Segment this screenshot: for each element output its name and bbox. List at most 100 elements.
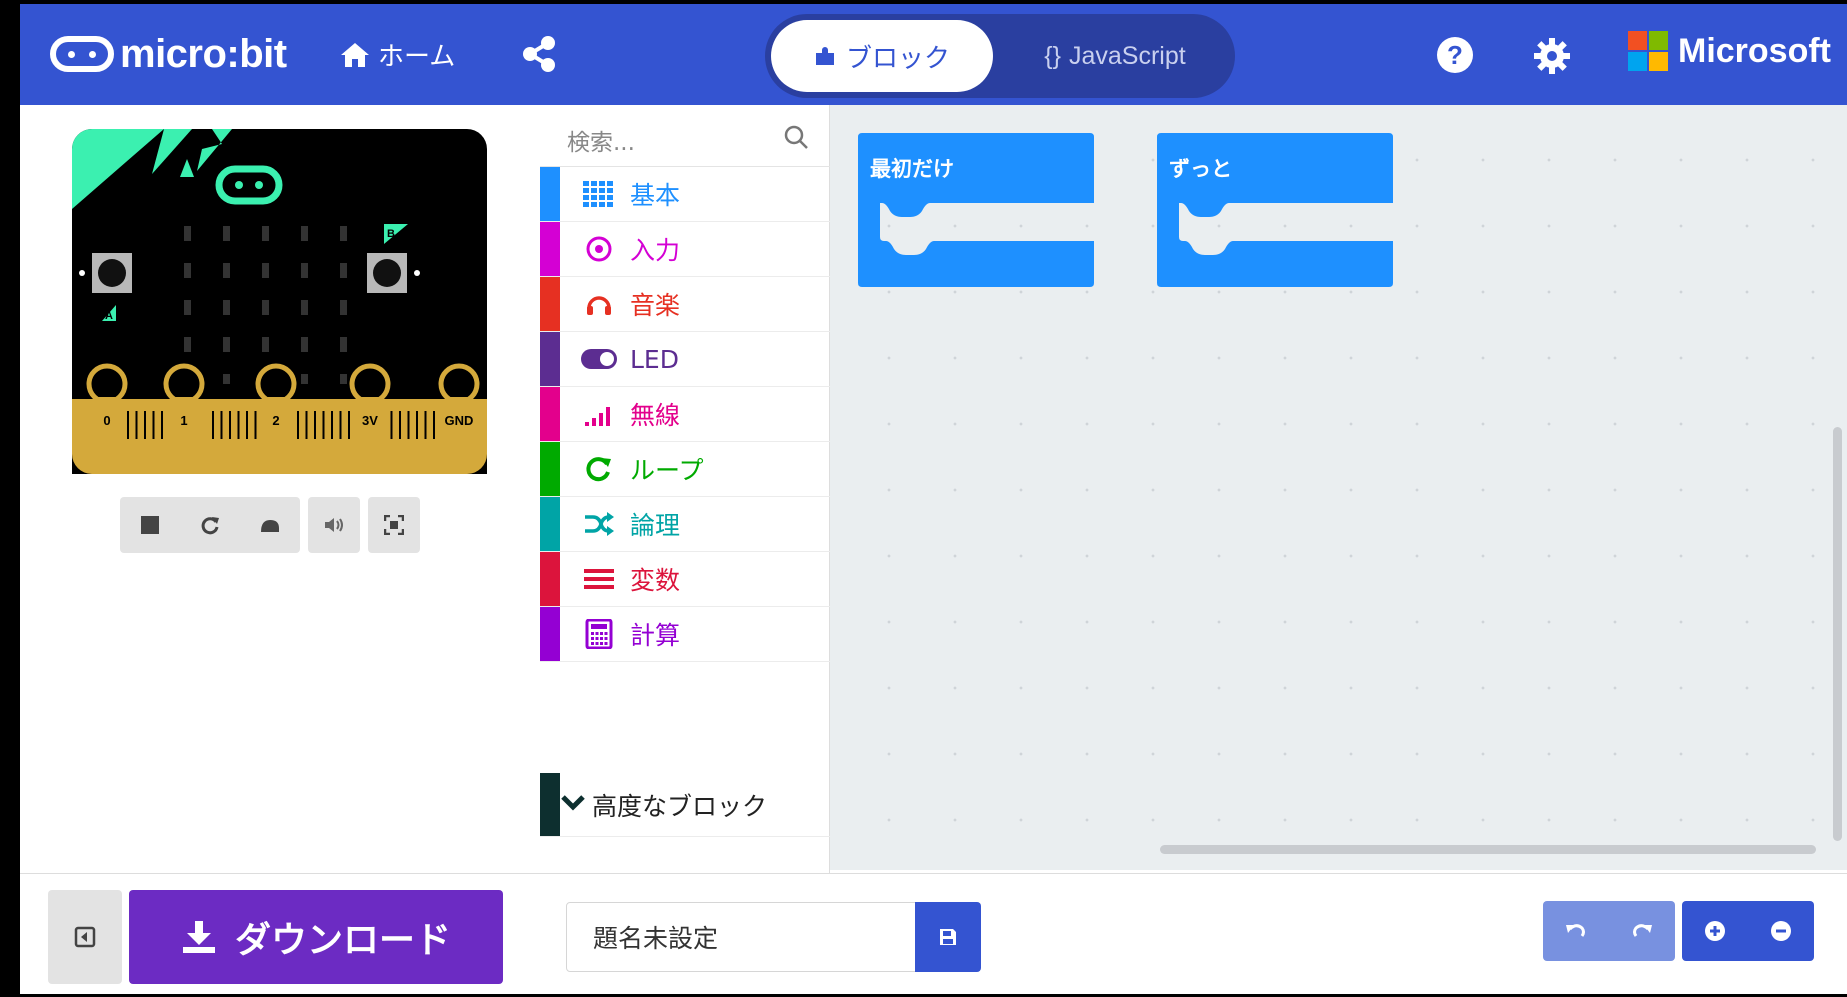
mute-button[interactable] [308, 497, 360, 553]
zoom-group [1682, 901, 1814, 961]
tab-javascript[interactable]: {} JavaScript [1005, 20, 1225, 92]
event-block[interactable]: 最初だけ [858, 133, 1094, 287]
pin-2[interactable]: 2 [255, 363, 297, 437]
category-target[interactable]: 入力 [540, 222, 830, 277]
fullscreen-icon [384, 515, 404, 535]
connector-line [212, 411, 214, 439]
category-bar [540, 277, 560, 331]
category-shuffle[interactable]: 論理 [540, 497, 830, 552]
settings-button[interactable] [1532, 36, 1572, 76]
microbit-logo[interactable]: micro:bit [50, 32, 287, 76]
led [301, 300, 308, 315]
microsoft-label: Microsoft [1678, 31, 1831, 70]
zoom-out-icon [1771, 921, 1791, 941]
redo-button[interactable] [1609, 901, 1675, 961]
category-label: 入力 [630, 236, 681, 265]
microbit-board[interactable]: A B 0 1 2 3V GND [72, 129, 487, 474]
connector-line [152, 411, 155, 439]
led [301, 226, 308, 241]
pin-1[interactable]: 1 [163, 363, 205, 437]
category-loop[interactable]: ループ [540, 442, 830, 497]
led [340, 337, 347, 352]
pin-label: 3V [362, 413, 378, 428]
category-label: 変数 [630, 566, 681, 595]
connector-line [297, 411, 299, 439]
connector-line [229, 411, 231, 439]
editor-toggle: ブロック {} JavaScript [765, 14, 1235, 98]
mute-icon [325, 518, 343, 532]
slow-motion-button[interactable] [240, 497, 300, 553]
connector-line [322, 411, 325, 439]
pin-label: 2 [272, 413, 279, 428]
target-icon [574, 235, 624, 263]
led [223, 300, 230, 315]
category-headphones[interactable]: 音楽 [540, 277, 830, 332]
led [184, 263, 191, 278]
pin-label: 0 [103, 413, 110, 428]
category-bar [540, 222, 560, 276]
connector-line [135, 411, 138, 439]
puzzle-icon [815, 47, 834, 65]
horizontal-scrollbar[interactable] [1160, 845, 1816, 854]
microsoft-logo[interactable]: Microsoft [1628, 31, 1831, 71]
collapse-icon [74, 926, 96, 948]
pin-0[interactable]: 0 [86, 363, 128, 437]
simulator-panel: A B 0 1 2 3V GND [20, 105, 540, 875]
microbit-logo-icon [50, 36, 114, 72]
toolbox-search[interactable]: 検索... [540, 105, 830, 167]
zoom-out-button[interactable] [1748, 901, 1814, 961]
bottom-bar: ダウンロード [20, 873, 1847, 994]
app-window: micro:bit ホーム ブロック {} JavaScript ? Micro… [20, 4, 1847, 994]
stop-button[interactable] [120, 497, 180, 553]
download-button[interactable]: ダウンロード [129, 890, 503, 984]
undo-button[interactable] [1543, 901, 1609, 961]
category-bar [540, 167, 560, 221]
category-bar [540, 552, 560, 606]
window-frame: micro:bit ホーム ブロック {} JavaScript ? Micro… [0, 0, 1847, 997]
download-label: ダウンロード [234, 920, 451, 961]
pin-label: 1 [180, 413, 187, 428]
led [184, 300, 191, 315]
project-name-input[interactable] [566, 902, 916, 972]
category-lines[interactable]: 変数 [540, 552, 830, 607]
connector-line [246, 411, 248, 439]
shuffle-icon [574, 511, 624, 537]
collapse-simulator-button[interactable] [48, 890, 122, 984]
toggle-icon [574, 348, 624, 370]
slow-motion-icon [261, 520, 279, 532]
led [223, 263, 230, 278]
pin-gnd[interactable]: GND [438, 363, 480, 437]
chevron-down-icon [560, 794, 586, 816]
help-button[interactable]: ? [1437, 37, 1473, 73]
save-icon [940, 929, 956, 945]
category-grid[interactable]: 基本 [540, 167, 830, 222]
connector-line [314, 411, 316, 439]
block-workspace[interactable]: 最初だけ ずっと [830, 105, 1847, 870]
category-toggle[interactable]: LED [540, 332, 830, 387]
category-signal[interactable]: 無線 [540, 387, 830, 442]
help-icon: ? [1447, 39, 1463, 70]
block-label: ずっと [1169, 157, 1232, 181]
home-icon [341, 42, 369, 67]
advanced-blocks-label: 高度なブロック [592, 791, 768, 821]
redo-icon [1633, 924, 1652, 937]
sim-controls [120, 497, 300, 553]
restart-button[interactable] [180, 497, 240, 553]
share-button[interactable] [520, 34, 560, 74]
advanced-blocks-toggle[interactable]: 高度なブロック [540, 773, 830, 837]
tab-blocks[interactable]: ブロック [771, 20, 993, 92]
category-calculator[interactable]: 計算 [540, 607, 830, 662]
home-button[interactable]: ホーム [340, 36, 455, 73]
category-label: LED [630, 344, 679, 374]
zoom-in-button[interactable] [1682, 901, 1748, 961]
save-button[interactable] [915, 902, 981, 972]
category-label: ループ [630, 456, 704, 485]
category-bar [540, 497, 560, 551]
simulator-toolbar [120, 497, 420, 553]
fullscreen-button[interactable] [368, 497, 420, 553]
event-block[interactable]: ずっと [1157, 133, 1393, 287]
pin-3v[interactable]: 3V [349, 363, 391, 437]
vertical-scrollbar[interactable] [1833, 427, 1842, 841]
stop-icon [141, 516, 159, 534]
pin-label: GND [445, 413, 474, 428]
